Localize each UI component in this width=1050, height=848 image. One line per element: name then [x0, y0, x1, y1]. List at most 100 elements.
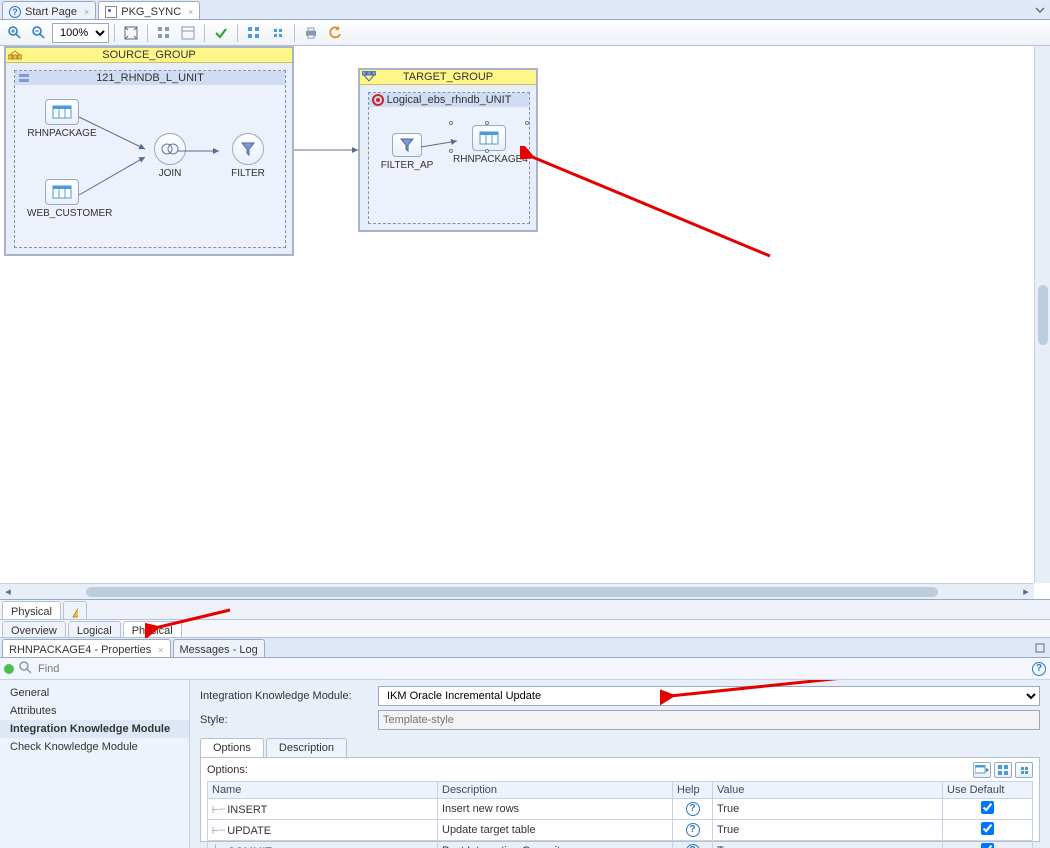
tab-messages-log[interactable]: Messages - Log — [173, 639, 265, 657]
zoom-out-button[interactable] — [28, 22, 50, 44]
tab-label: PKG_SYNC — [121, 6, 181, 18]
unit-title-text: 121_RHNDB_L_UNIT — [96, 72, 204, 84]
group-title-text: SOURCE_GROUP — [102, 49, 196, 61]
mapping-canvas[interactable]: SOURCE_GROUP 121_RHNDB_L_UNIT — [0, 46, 1040, 566]
node-web-customer[interactable]: WEB_CUSTOMER — [27, 179, 97, 219]
node-label: JOIN — [159, 168, 182, 179]
validate-button[interactable] — [210, 22, 232, 44]
table-row[interactable]: └┄COMMITPost Integration Commit?True — [208, 841, 1033, 848]
run-status-icon — [4, 664, 14, 674]
options-expand-all[interactable] — [994, 762, 1012, 778]
style-label: Style: — [200, 714, 370, 726]
expand-button[interactable] — [243, 22, 265, 44]
nav-attributes[interactable]: Attributes — [0, 702, 189, 720]
opt-tab-description[interactable]: Description — [266, 738, 347, 757]
use-default-checkbox[interactable] — [981, 843, 994, 848]
collapse-button[interactable] — [267, 22, 289, 44]
table-row[interactable]: ⊢┄INSERTInsert new rows?True — [208, 799, 1033, 820]
target-unit[interactable]: Logical_ebs_rhndb_UNIT FILTER_AP RHNPACK… — [368, 92, 530, 224]
search-icon — [18, 660, 32, 677]
server-icon — [18, 72, 30, 84]
table-row[interactable]: ⊢┄UPDATEUpdate target table?True — [208, 820, 1033, 841]
node-filter[interactable]: FILTER — [213, 133, 283, 179]
node-label: RHNPACKAGE4 — [453, 154, 528, 165]
node-join[interactable]: JOIN — [135, 133, 205, 179]
properties-content: Integration Knowledge Module: IKM Oracle… — [190, 680, 1050, 848]
opt-tab-options[interactable]: Options — [200, 738, 264, 757]
group-icon — [362, 70, 376, 84]
package-icon — [105, 6, 117, 18]
node-rhnpackage[interactable]: RHNPACKAGE — [27, 99, 97, 139]
tab-start-page[interactable]: ? Start Page × — [2, 1, 96, 19]
unit-title: Logical_ebs_rhndb_UNIT — [369, 93, 529, 107]
find-bar: ? — [0, 658, 1050, 680]
source-group[interactable]: SOURCE_GROUP 121_RHNDB_L_UNIT — [4, 46, 294, 256]
help-icon: ? — [9, 6, 21, 18]
source-unit[interactable]: 121_RHNDB_L_UNIT RHNPACKAGE WEB_CUSTO — [14, 70, 286, 248]
use-default-checkbox[interactable] — [981, 822, 994, 835]
node-label: FILTER — [231, 168, 265, 179]
node-filter-ap[interactable]: FILTER_AP — [377, 133, 437, 171]
style-field — [378, 710, 1040, 730]
layout-button[interactable] — [177, 22, 199, 44]
close-icon[interactable]: × — [188, 7, 193, 17]
options-table-menu[interactable] — [973, 762, 991, 778]
options-collapse-all[interactable] — [1015, 762, 1033, 778]
col-name[interactable]: Name — [208, 782, 438, 799]
col-value[interactable]: Value — [713, 782, 943, 799]
help-icon[interactable]: ? — [686, 802, 700, 816]
help-icon[interactable]: ? — [686, 823, 700, 837]
node-rhnpackage4[interactable]: RHNPACKAGE4 — [453, 125, 525, 165]
use-default-checkbox[interactable] — [981, 801, 994, 814]
mode-tab-overview[interactable]: Overview — [2, 621, 66, 637]
unit-title-text: Logical_ebs_rhndb_UNIT — [387, 94, 512, 106]
nav-ikm[interactable]: Integration Knowledge Module — [0, 720, 189, 738]
join-icon — [154, 133, 186, 165]
col-desc[interactable]: Description — [438, 782, 673, 799]
refresh-button[interactable] — [324, 22, 346, 44]
view-tab-physical[interactable]: Physical — [2, 601, 61, 619]
print-button[interactable] — [300, 22, 322, 44]
bottom-tabs: RHNPACKAGE4 - Properties × Messages - Lo… — [0, 638, 1050, 658]
tab-pkg-sync[interactable]: PKG_SYNC × — [98, 1, 200, 19]
options-table: Name Description Help Value Use Default … — [207, 781, 1033, 848]
help-icon[interactable]: ? — [686, 844, 700, 848]
view-tab-warning[interactable] — [63, 601, 87, 619]
editor-toolbar: 100% — [0, 20, 1050, 46]
nav-ckm[interactable]: Check Knowledge Module — [0, 738, 189, 756]
table-icon — [472, 125, 506, 151]
tab-label: Start Page — [25, 6, 77, 18]
ikm-select[interactable]: IKM Oracle Incremental Update — [378, 686, 1040, 706]
tab-list-dropdown[interactable] — [1030, 1, 1050, 19]
col-help[interactable]: Help — [673, 782, 713, 799]
canvas-hscroll[interactable]: ◂ ▸ — [0, 583, 1034, 599]
target-marker-icon — [372, 94, 384, 106]
nav-general[interactable]: General — [0, 684, 189, 702]
options-label: Options: — [207, 764, 248, 776]
help-icon[interactable]: ? — [1032, 662, 1046, 676]
tab-label: RHNPACKAGE4 - Properties — [9, 644, 151, 656]
canvas-area: SOURCE_GROUP 121_RHNDB_L_UNIT — [0, 46, 1050, 638]
ikm-label: Integration Knowledge Module: — [200, 690, 370, 702]
grid-button[interactable] — [153, 22, 175, 44]
zoom-select[interactable]: 100% — [52, 23, 109, 43]
diagram-view-tabs: Physical — [0, 600, 1050, 620]
mode-tab-logical[interactable]: Logical — [68, 621, 121, 637]
option-tabs: Options Description — [200, 738, 1040, 757]
canvas-vscroll[interactable] — [1034, 46, 1050, 583]
group-icon — [8, 48, 22, 62]
col-usedef[interactable]: Use Default — [943, 782, 1033, 799]
target-group[interactable]: TARGET_GROUP Logical_ebs_rhndb_UNIT FILT… — [358, 68, 538, 232]
zoom-in-button[interactable] — [4, 22, 26, 44]
node-label: RHNPACKAGE — [27, 128, 96, 139]
panel-menu[interactable] — [1030, 639, 1050, 657]
tab-label: Physical — [11, 606, 52, 618]
tab-properties[interactable]: RHNPACKAGE4 - Properties × — [2, 639, 171, 657]
fit-window-button[interactable] — [120, 22, 142, 44]
find-input[interactable] — [36, 661, 236, 677]
close-icon[interactable]: × — [158, 645, 163, 655]
properties-nav: General Attributes Integration Knowledge… — [0, 680, 190, 848]
close-icon[interactable]: × — [84, 7, 89, 17]
mode-tab-physical[interactable]: Physical — [123, 621, 182, 637]
tab-label: Messages - Log — [180, 644, 258, 656]
